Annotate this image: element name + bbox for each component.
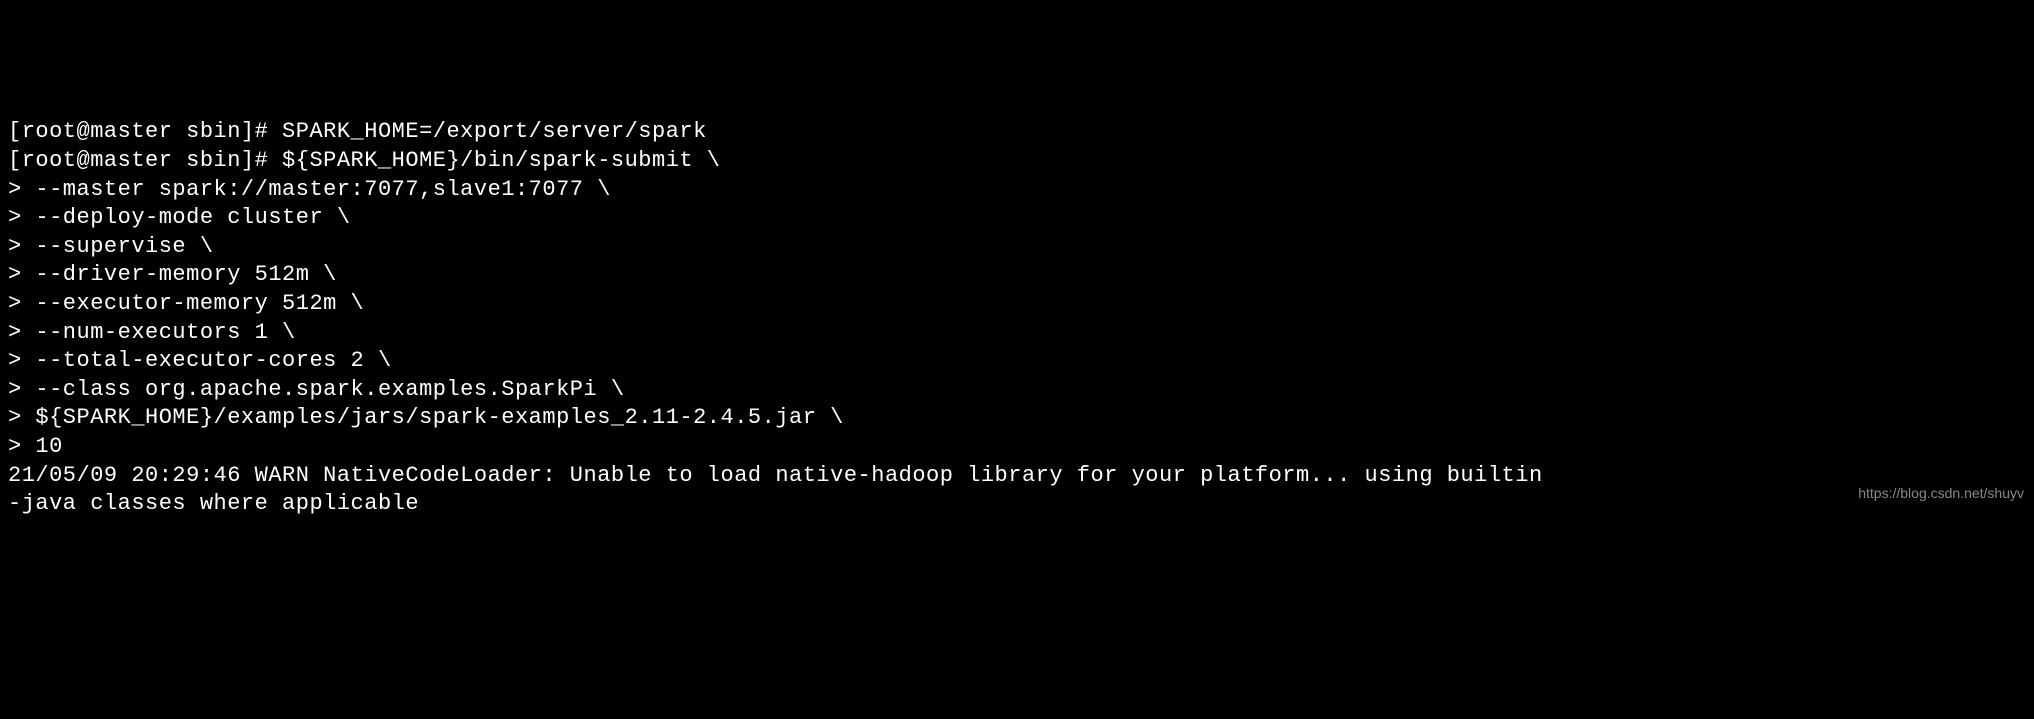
terminal-line: [root@master sbin]# SPARK_HOME=/export/s… <box>8 118 2026 147</box>
terminal-line: > --executor-memory 512m \ <box>8 290 2026 319</box>
terminal-line: [root@master sbin]# ${SPARK_HOME}/bin/sp… <box>8 147 2026 176</box>
terminal-line: > --num-executors 1 \ <box>8 319 2026 348</box>
terminal-line: > --supervise \ <box>8 233 2026 262</box>
terminal-line: > ${SPARK_HOME}/examples/jars/spark-exam… <box>8 404 2026 433</box>
terminal-output[interactable]: [root@master sbin]# SPARK_HOME=/export/s… <box>8 118 2026 518</box>
terminal-line: > --deploy-mode cluster \ <box>8 204 2026 233</box>
terminal-line: > --master spark://master:7077,slave1:70… <box>8 176 2026 205</box>
terminal-line: > --total-executor-cores 2 \ <box>8 347 2026 376</box>
terminal-line: -java classes where applicable <box>8 490 2026 519</box>
terminal-line: 21/05/09 20:29:46 WARN NativeCodeLoader:… <box>8 462 2026 491</box>
terminal-line: > --driver-memory 512m \ <box>8 261 2026 290</box>
terminal-line: > 10 <box>8 433 2026 462</box>
terminal-line: > --class org.apache.spark.examples.Spar… <box>8 376 2026 405</box>
watermark-text: https://blog.csdn.net/shuyv <box>1858 484 2024 502</box>
